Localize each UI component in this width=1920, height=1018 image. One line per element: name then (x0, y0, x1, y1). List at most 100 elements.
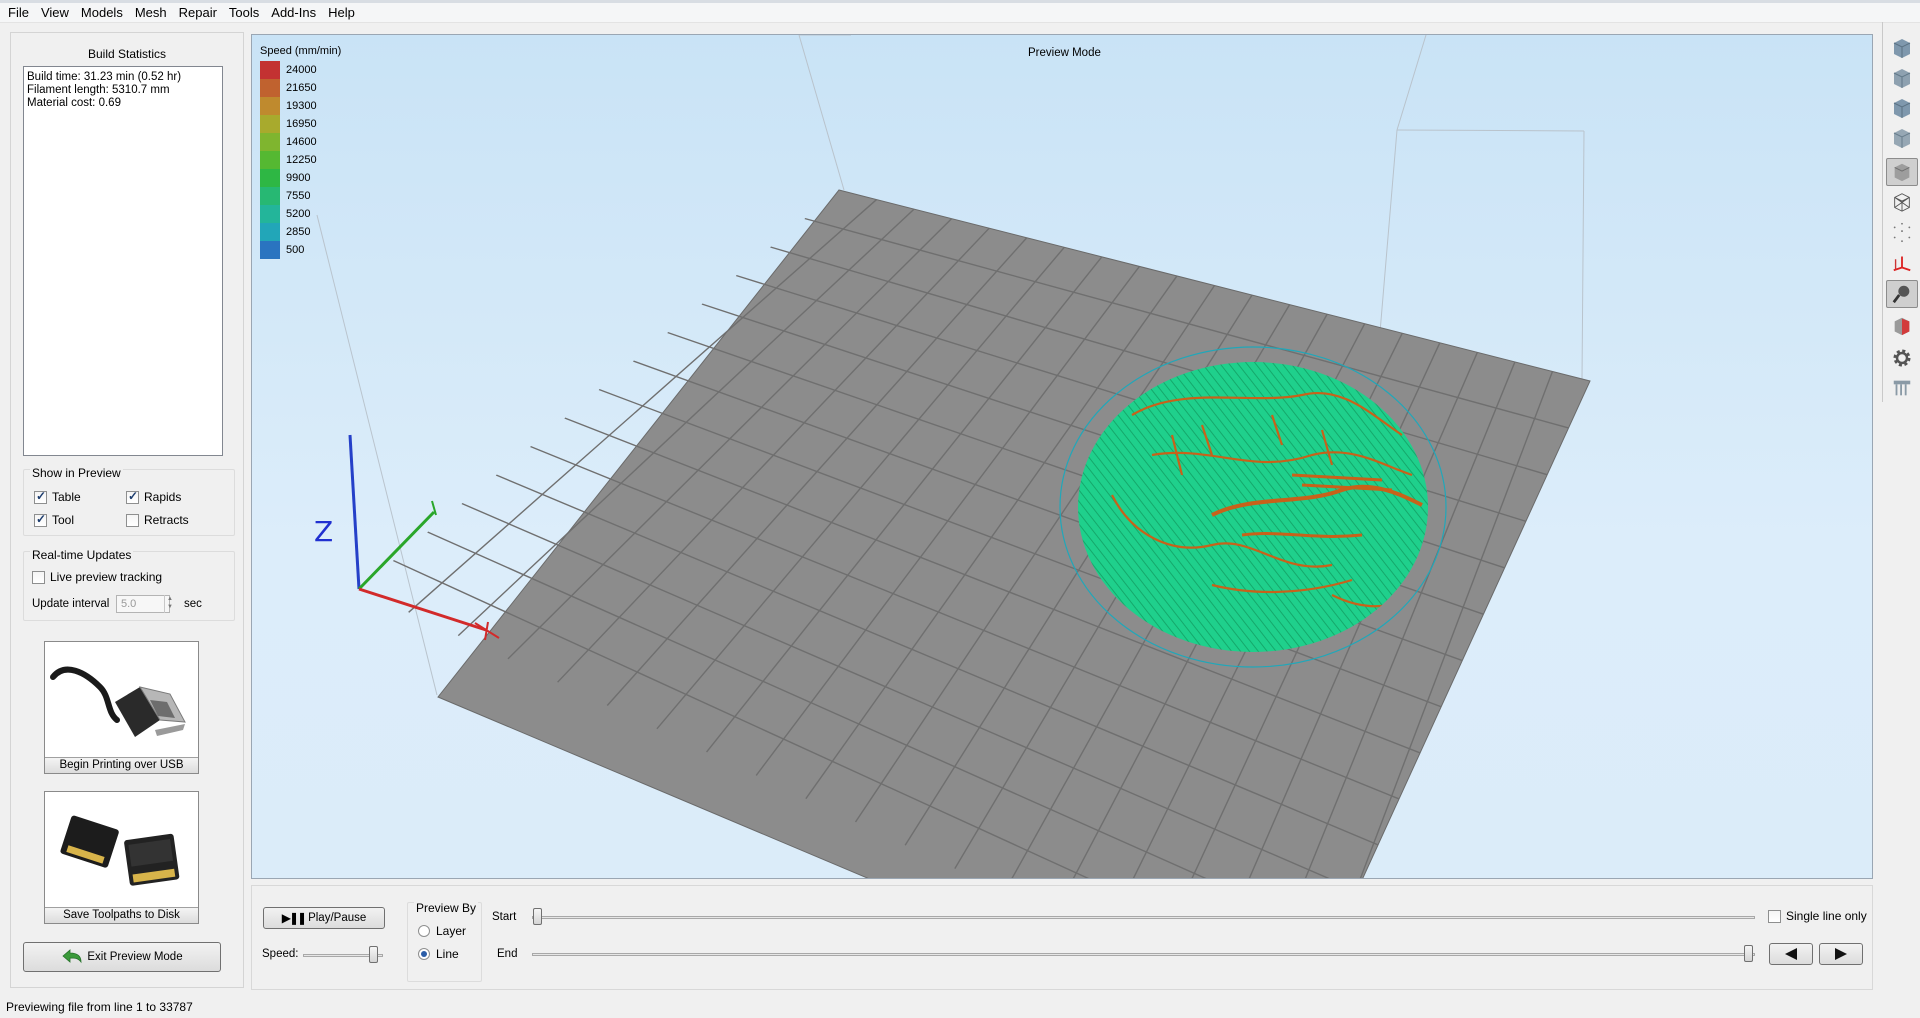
rapids-checkbox[interactable]: Rapids (126, 489, 182, 504)
speed-legend-row: 7550 (260, 187, 341, 205)
menu-file[interactable]: File (2, 3, 35, 23)
single-line-only-box[interactable] (1768, 909, 1781, 923)
begin-printing-usb-button[interactable]: Begin Printing over USB (44, 641, 199, 774)
live-preview-tracking-checkbox[interactable]: Live preview tracking (32, 570, 162, 584)
speed-label: Speed: (262, 948, 299, 960)
begin-printing-usb-label: Begin Printing over USB (45, 757, 198, 773)
update-interval-spinner[interactable]: ▲ ▼ (164, 595, 175, 613)
update-interval-unit: sec (184, 598, 202, 610)
table-checkbox-box[interactable] (34, 489, 47, 504)
triangle-right-icon (1835, 948, 1847, 960)
speed-legend-row: 5200 (260, 205, 341, 223)
speed-legend-row: 2850 (260, 223, 341, 241)
speed-legend-value: 500 (286, 244, 305, 256)
tool-checkbox-label: Tool (52, 513, 75, 527)
view-back-icon[interactable] (1886, 64, 1918, 92)
preview-by-title: Preview By (414, 901, 479, 915)
speed-legend-swatch (260, 223, 280, 241)
clip-plane-icon[interactable] (1886, 312, 1918, 340)
tool-checkbox-box[interactable] (34, 512, 47, 527)
speed-legend-swatch (260, 187, 280, 205)
toolpath-disc (1078, 362, 1428, 652)
speed-legend-value: 21650 (286, 82, 317, 94)
layer-radio[interactable]: Layer (418, 924, 466, 938)
menu-help[interactable]: Help (322, 3, 361, 23)
z-axis-line (348, 434, 361, 590)
menu-tools[interactable]: Tools (223, 3, 265, 23)
settings-gear-icon[interactable] (1886, 344, 1918, 372)
speed-legend-swatch (260, 205, 280, 223)
end-slider-thumb[interactable] (1744, 945, 1753, 962)
show-in-preview-title: Show in Preview (30, 466, 123, 480)
speed-legend-row: 12250 (260, 151, 341, 169)
single-line-only-label: Single line only (1786, 909, 1867, 923)
menu-mesh[interactable]: Mesh (129, 3, 173, 23)
light-icon[interactable] (1886, 280, 1918, 308)
play-pause-button[interactable]: ▶❚❚ Play/Pause (263, 907, 385, 929)
speed-legend-swatch (260, 115, 280, 133)
solid-view-icon[interactable] (1886, 158, 1918, 186)
save-toolpaths-button[interactable]: Save Toolpaths to Disk (44, 791, 199, 924)
speed-legend-row: 19300 (260, 97, 341, 115)
view-left-icon[interactable] (1886, 94, 1918, 122)
line-radio-dot[interactable] (418, 948, 430, 960)
point-view-icon[interactable] (1886, 218, 1918, 246)
speed-slider-thumb[interactable] (369, 946, 378, 963)
z-axis-label: Z (314, 515, 333, 548)
realtime-updates-group: Real-time Updates Live preview tracking … (23, 548, 235, 621)
speed-legend-row: 24000 (260, 61, 341, 79)
speed-legend-value: 16950 (286, 118, 317, 130)
menu-models[interactable]: Models (75, 3, 129, 23)
update-interval-input[interactable] (116, 595, 170, 613)
layer-radio-dot[interactable] (418, 925, 430, 937)
speed-legend-row: 14600 (260, 133, 341, 151)
step-forward-button[interactable] (1819, 943, 1863, 965)
wireframe-view-icon[interactable] (1886, 188, 1918, 216)
rapids-checkbox-box[interactable] (126, 489, 139, 504)
right-view-toolbar (1882, 22, 1920, 402)
stat-build-time: Build time: 31.23 min (0.52 hr) (27, 71, 182, 83)
view-right-icon[interactable] (1886, 124, 1918, 152)
status-bar: Previewing file from line 1 to 33787 (6, 1000, 193, 1014)
build-plate-scene[interactable]: Z (252, 35, 1873, 879)
x-axis-line (358, 587, 487, 632)
retracts-checkbox-box[interactable] (126, 513, 139, 527)
start-label: Start (492, 911, 517, 923)
end-slider-track[interactable] (532, 953, 1755, 956)
preview-mode-label: Preview Mode (1028, 47, 1101, 59)
update-interval-label: Update interval (32, 598, 110, 610)
speed-legend-value: 19300 (286, 100, 317, 112)
tool-checkbox[interactable]: Tool (34, 512, 75, 527)
start-slider-thumb[interactable] (533, 908, 542, 925)
speed-legend-value: 12250 (286, 154, 317, 166)
supports-icon[interactable] (1886, 374, 1918, 402)
rapids-checkbox-label: Rapids (144, 490, 182, 504)
realtime-updates-title: Real-time Updates (30, 548, 134, 562)
table-checkbox[interactable]: Table (34, 489, 81, 504)
menu-add-ins[interactable]: Add-Ins (265, 3, 322, 23)
axes-icon[interactable] (1886, 248, 1918, 276)
3d-viewport[interactable]: Z Preview Mode Speed (mm/min) 24000 21650… (251, 34, 1873, 879)
speed-legend-value: 7550 (286, 190, 311, 202)
menu-view[interactable]: View (35, 3, 75, 23)
exit-preview-mode-label: Exit Preview Mode (87, 951, 183, 963)
stat-material-cost: Material cost: 0.69 (27, 97, 121, 109)
speed-legend-value: 14600 (286, 136, 317, 148)
start-slider-track[interactable] (532, 916, 1755, 919)
sd-card-image (45, 792, 198, 907)
retracts-checkbox[interactable]: Retracts (126, 513, 189, 527)
single-line-only-checkbox[interactable]: Single line only (1768, 909, 1867, 923)
view-front-icon[interactable] (1886, 34, 1918, 62)
menu-repair[interactable]: Repair (173, 3, 223, 23)
usb-cable-image (45, 642, 198, 757)
live-preview-tracking-box[interactable] (32, 570, 45, 584)
exit-preview-mode-button[interactable]: Exit Preview Mode (23, 942, 221, 972)
step-back-button[interactable] (1769, 943, 1813, 965)
line-radio[interactable]: Line (418, 947, 459, 961)
speed-legend-row: 21650 (260, 79, 341, 97)
speed-legend-swatch (260, 169, 280, 187)
play-pause-label: Play/Pause (308, 912, 367, 924)
triangle-left-icon (1785, 948, 1797, 960)
playback-controls: ▶❚❚ Play/Pause Speed: Preview By Layer L… (251, 885, 1873, 990)
stat-filament-length: Filament length: 5310.7 mm (27, 84, 170, 96)
